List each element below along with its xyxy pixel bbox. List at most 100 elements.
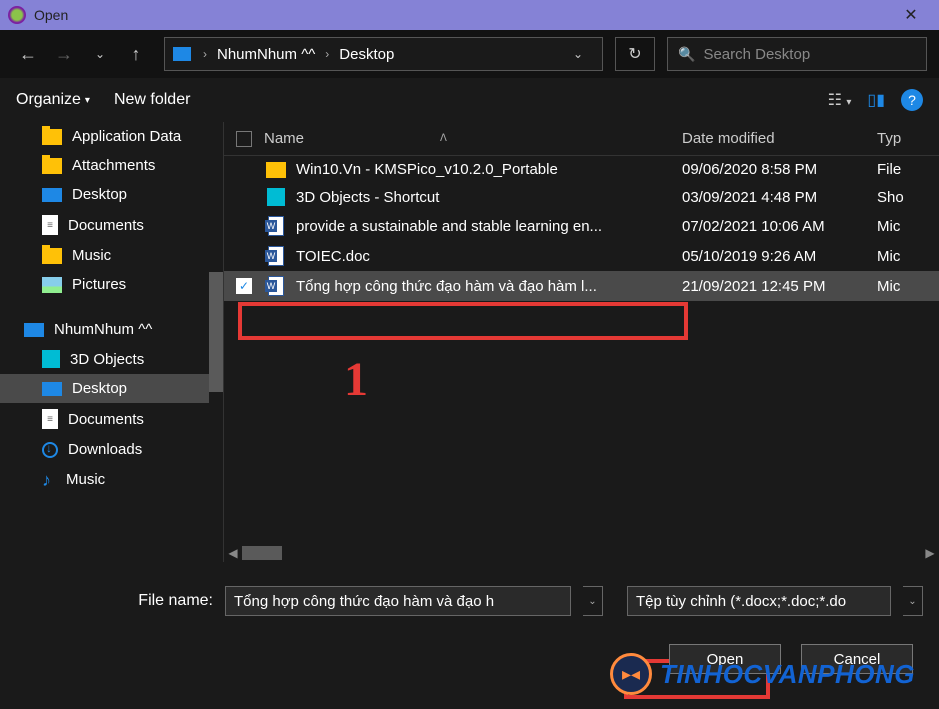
breadcrumb-desktop[interactable]: Desktop	[333, 46, 400, 63]
help-icon[interactable]: ?	[901, 89, 923, 111]
file-date: 07/02/2021 10:06 AM	[682, 218, 877, 235]
sidebar-item-label: Documents	[68, 411, 144, 428]
column-date[interactable]: Date modified	[682, 130, 877, 147]
sidebar-item[interactable]: Attachments	[0, 151, 223, 180]
back-button[interactable]: ←	[12, 38, 44, 70]
row-checkbox[interactable]: ✓	[236, 278, 264, 294]
file-list: Nameᐱ Date modified Typ Win10.Vn - KMSPi…	[224, 122, 939, 562]
filename-label: File name:	[138, 592, 213, 610]
breadcrumb-user[interactable]: NhumNhum ^^	[211, 46, 321, 63]
filename-dropdown[interactable]: ⌄	[583, 586, 603, 616]
file-row[interactable]: ✓ Tổng hợp công thức đạo hàm và đạo hàm l…	[224, 271, 939, 301]
pc-icon	[173, 47, 191, 61]
sidebar-item[interactable]: NhumNhum ^^	[0, 315, 223, 344]
scroll-left-icon[interactable]: ◀	[224, 546, 242, 560]
column-type[interactable]: Typ	[877, 130, 927, 147]
preview-pane-icon[interactable]: ▯▮	[867, 90, 885, 110]
open-button[interactable]: Open	[669, 644, 781, 674]
search-icon: 🔍	[678, 46, 695, 63]
sidebar-item-label: Attachments	[72, 157, 155, 174]
filetype-filter[interactable]	[627, 586, 891, 616]
sidebar-item-label: Downloads	[68, 441, 142, 458]
sidebar-item-label: Music	[72, 247, 111, 264]
column-name[interactable]: Nameᐱ	[264, 130, 682, 147]
sidebar-item[interactable]: ♪Music	[0, 464, 223, 494]
file-row[interactable]: Win10.Vn - KMSPico_v10.2.0_Portable09/06…	[224, 156, 939, 183]
file-icon	[264, 216, 288, 236]
sidebar-item-label: Application Data	[72, 128, 181, 145]
file-row[interactable]: 3D Objects - Shortcut03/09/2021 4:48 PMS…	[224, 183, 939, 211]
annotation-label-1: 1	[344, 352, 368, 407]
sidebar-item[interactable]: Pictures	[0, 270, 223, 299]
chevron-right-icon: ›	[321, 47, 333, 61]
filter-dropdown[interactable]: ⌄	[903, 586, 923, 616]
view-options-icon[interactable]: ☷ ▾	[828, 90, 852, 110]
file-name: TOIEC.doc	[296, 248, 682, 265]
new-folder-button[interactable]: New folder	[114, 91, 190, 109]
file-name: Win10.Vn - KMSPico_v10.2.0_Portable	[296, 161, 682, 178]
sidebar-item[interactable]: Application Data	[0, 122, 223, 151]
search-placeholder: Search Desktop	[703, 46, 810, 63]
scrollbar-thumb[interactable]	[209, 272, 223, 392]
sidebar-item-label: Desktop	[72, 380, 127, 397]
search-box[interactable]: 🔍 Search Desktop	[667, 37, 927, 71]
file-type: Mic	[877, 278, 927, 295]
scroll-right-icon[interactable]: ▶	[921, 546, 939, 560]
filename-input[interactable]	[225, 586, 571, 616]
sidebar-scrollbar[interactable]	[209, 122, 223, 562]
file-name: 3D Objects - Shortcut	[296, 189, 682, 206]
file-icon	[264, 276, 288, 296]
sort-indicator-icon: ᐱ	[440, 133, 447, 144]
refresh-button[interactable]: ↻	[615, 37, 655, 71]
chevron-right-icon: ›	[199, 47, 211, 61]
sidebar-item-label: Pictures	[72, 276, 126, 293]
window-title: Open	[34, 7, 891, 23]
file-date: 05/10/2019 9:26 AM	[682, 248, 877, 265]
toolbar: Organize ▾ New folder ☷ ▾ ▯▮ ?	[0, 78, 939, 122]
sidebar-item[interactable]: ≡Documents	[0, 209, 223, 241]
recent-dropdown[interactable]: ⌄	[84, 38, 116, 70]
sidebar-item[interactable]: Music	[0, 241, 223, 270]
address-dropdown[interactable]: ⌄	[562, 38, 594, 70]
sidebar-item-label: Music	[66, 471, 105, 488]
address-bar[interactable]: › NhumNhum ^^ › Desktop ⌄	[164, 37, 603, 71]
file-type: File	[877, 161, 927, 178]
sidebar-item[interactable]: Desktop	[0, 180, 223, 209]
file-name: provide a sustainable and stable learnin…	[296, 218, 682, 235]
sidebar-item-label: Documents	[68, 217, 144, 234]
sidebar-item[interactable]: 3D Objects	[0, 344, 223, 374]
sidebar-item[interactable]: ≡Documents	[0, 403, 223, 435]
sidebar-item[interactable]: Desktop	[0, 374, 223, 403]
file-type: Sho	[877, 189, 927, 206]
file-type: Mic	[877, 248, 927, 265]
select-all-checkbox[interactable]	[236, 131, 264, 147]
forward-button[interactable]: →	[48, 38, 80, 70]
sidebar-item-label: Desktop	[72, 186, 127, 203]
file-date: 09/06/2020 8:58 PM	[682, 161, 877, 178]
title-bar: Open ✕	[0, 0, 939, 30]
column-headers: Nameᐱ Date modified Typ	[224, 122, 939, 156]
app-icon	[8, 6, 26, 24]
file-name: Tổng hợp công thức đạo hàm và đạo hàm l.…	[296, 278, 682, 295]
close-button[interactable]: ✕	[891, 0, 931, 30]
up-button[interactable]: ↑	[120, 38, 152, 70]
nav-bar: ← → ⌄ ↑ › NhumNhum ^^ › Desktop ⌄ ↻ 🔍 Se…	[0, 30, 939, 78]
file-date: 03/09/2021 4:48 PM	[682, 189, 877, 206]
sidebar-item-label: 3D Objects	[70, 351, 144, 368]
file-date: 21/09/2021 12:45 PM	[682, 278, 877, 295]
file-icon	[264, 162, 288, 178]
file-icon	[264, 188, 288, 206]
cancel-button[interactable]: Cancel	[801, 644, 913, 674]
file-row[interactable]: TOIEC.doc05/10/2019 9:26 AMMic	[224, 241, 939, 271]
sidebar-item-label: NhumNhum ^^	[54, 321, 152, 338]
sidebar-item[interactable]: Downloads	[0, 435, 223, 464]
dialog-footer: File name: ⌄ ⌄ Open Cancel	[0, 562, 939, 690]
organize-button[interactable]: Organize ▾	[16, 91, 90, 109]
sidebar: Application Data Attachments Desktop ≡Docum…	[0, 122, 224, 562]
file-icon	[264, 246, 288, 266]
file-type: Mic	[877, 218, 927, 235]
file-row[interactable]: provide a sustainable and stable learnin…	[224, 211, 939, 241]
horizontal-scrollbar[interactable]: ◀ ▶	[224, 544, 939, 562]
annotation-box-1	[238, 302, 688, 340]
scrollbar-thumb[interactable]	[242, 546, 282, 560]
